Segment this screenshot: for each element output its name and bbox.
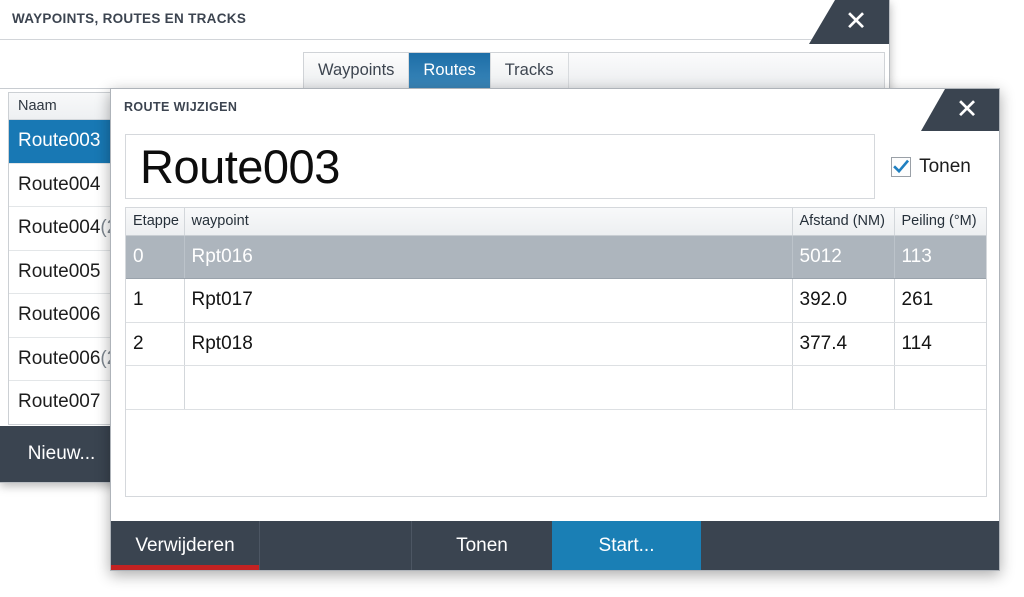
show-route-checkbox[interactable]: Tonen: [875, 134, 987, 199]
cell-distance: [792, 365, 895, 410]
route-edit-title: ROUTE WIJZIGEN: [124, 100, 238, 114]
cell-leg: 1: [126, 278, 185, 323]
route-name-row: Route003 Tonen: [125, 134, 987, 199]
tab-strip-filler: [568, 53, 884, 88]
column-header-leg[interactable]: Etappe: [126, 208, 185, 236]
tab-strip: Waypoints Routes Tracks: [303, 52, 885, 88]
tab-tracks-label: Tracks: [504, 61, 554, 79]
list-item-label: Route006: [18, 304, 101, 326]
bottom-bar-spacer: [260, 521, 412, 570]
cell-distance: 377.4: [792, 322, 895, 366]
cell-waypoint: Rpt018: [184, 322, 793, 366]
cell-leg: [126, 365, 185, 410]
list-item-label: Route004: [18, 217, 101, 239]
tab-waypoints-label: Waypoints: [318, 61, 395, 79]
route-legs-table: Etappe waypoint Afstand (NM) Peiling (°M…: [126, 208, 986, 410]
table-row[interactable]: 0 Rpt016 5012 113: [126, 235, 986, 279]
route-edit-dialog: ROUTE WIJZIGEN ✕ Route003 Tonen Etappe w…: [110, 88, 1000, 571]
close-icon: ✕: [955, 93, 979, 125]
outer-dialog-title: WAYPOINTS, ROUTES EN TRACKS: [12, 11, 247, 26]
table-row[interactable]: 2 Rpt018 377.4 114: [126, 322, 986, 366]
cell-waypoint: Rpt016: [184, 235, 793, 279]
cell-distance: 392.0: [792, 278, 895, 323]
cell-waypoint: Rpt017: [184, 278, 793, 323]
route-name-input[interactable]: Route003: [125, 134, 875, 199]
table-row-empty[interactable]: [126, 365, 986, 410]
tab-tracks[interactable]: Tracks: [490, 53, 569, 88]
route-edit-bottom-bar: Verwijderen Tonen Start...: [111, 521, 999, 570]
column-header-waypoint[interactable]: waypoint: [184, 208, 793, 236]
outer-dialog-titlebar: WAYPOINTS, ROUTES EN TRACKS: [0, 0, 889, 40]
cell-leg: 0: [126, 235, 185, 279]
checkbox-box: [891, 156, 912, 177]
show-route-button-label: Tonen: [456, 534, 508, 556]
column-header-distance[interactable]: Afstand (NM): [792, 208, 895, 236]
list-item-label: Route005: [18, 260, 101, 282]
check-icon: [893, 159, 910, 173]
cell-distance: 5012: [792, 235, 895, 279]
close-icon: ✕: [844, 5, 868, 37]
cell-bearing: 114: [894, 322, 986, 366]
new-route-label: Nieuw...: [27, 443, 96, 464]
route-legs-table-container: Etappe waypoint Afstand (NM) Peiling (°M…: [125, 207, 987, 497]
cell-leg: 2: [126, 322, 185, 366]
table-header-row: Etappe waypoint Afstand (NM) Peiling (°M…: [126, 208, 986, 236]
new-route-button[interactable]: Nieuw...: [0, 426, 124, 482]
list-item-label: Route006: [18, 347, 101, 369]
delete-route-button[interactable]: Verwijderen: [111, 521, 260, 570]
start-route-button[interactable]: Start...: [552, 521, 701, 570]
tab-routes[interactable]: Routes: [409, 53, 491, 88]
tab-routes-label: Routes: [423, 61, 476, 79]
tab-waypoints[interactable]: Waypoints: [304, 53, 410, 88]
cell-bearing: [894, 365, 986, 410]
cell-bearing: 261: [894, 278, 986, 323]
start-route-label: Start...: [598, 534, 655, 556]
cell-bearing: 113: [894, 235, 986, 279]
column-header-bearing[interactable]: Peiling (°M): [894, 208, 986, 236]
route-edit-titlebar: ROUTE WIJZIGEN: [111, 89, 999, 123]
show-route-button[interactable]: Tonen: [412, 521, 552, 570]
list-item-label: Route004: [18, 173, 101, 195]
table-row[interactable]: 1 Rpt017 392.0 261: [126, 278, 986, 323]
show-route-label: Tonen: [919, 155, 971, 177]
delete-route-label: Verwijderen: [135, 534, 235, 556]
list-item-label: Route007: [18, 391, 101, 413]
list-item-label: Route003: [18, 130, 101, 152]
cell-waypoint: [184, 365, 793, 410]
route-name-value: Route003: [140, 140, 340, 193]
